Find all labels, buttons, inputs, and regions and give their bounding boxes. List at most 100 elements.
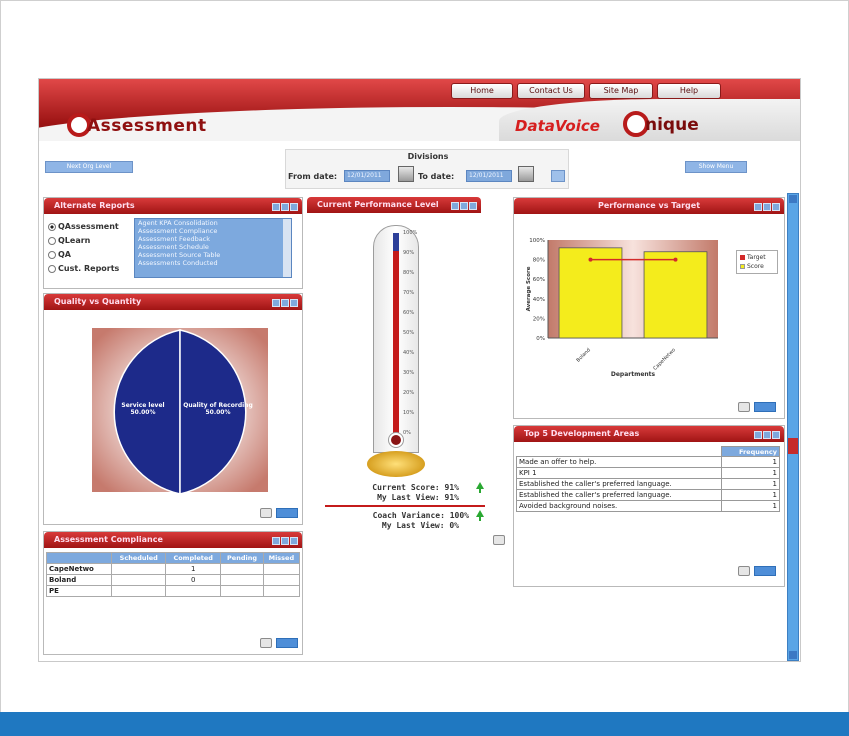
close-icon[interactable]: [772, 203, 780, 211]
radio-qa[interactable]: QA: [48, 250, 71, 259]
to-calendar-icon[interactable]: [518, 166, 534, 182]
table-row: PE: [45, 585, 301, 597]
nav-sitemap-button[interactable]: Site Map: [589, 83, 653, 99]
list-item[interactable]: Assessment Compliance: [135, 227, 291, 235]
list-item[interactable]: Assessment Schedule: [135, 243, 291, 251]
panel-controls: [450, 200, 477, 216]
maximize-icon[interactable]: [460, 202, 468, 210]
alternate-reports-panel: Alternate Reports QAssessment QLearn QA …: [43, 197, 303, 289]
datavoice-logo-text: DataVoice: [515, 117, 600, 135]
legend-item-target: Target: [740, 254, 766, 261]
area-cell: KPI 1: [516, 467, 722, 479]
close-icon[interactable]: [469, 202, 477, 210]
scrollbar-thumb[interactable]: [788, 438, 798, 454]
up-arrow-icon: [476, 510, 484, 517]
scroll-up-icon[interactable]: [789, 195, 797, 203]
thermometer-tick-label: 20%: [403, 390, 415, 396]
minimize-icon[interactable]: [754, 203, 762, 211]
minimize-icon[interactable]: [272, 203, 280, 211]
print-icon[interactable]: [738, 566, 750, 576]
scroll-down-icon[interactable]: [789, 651, 797, 659]
current-score-row: Current Score: 91%: [311, 483, 459, 492]
current-score-value: 91%: [444, 483, 459, 492]
radio-icon[interactable]: [48, 222, 56, 231]
list-item[interactable]: Assessments Conducted: [135, 259, 291, 267]
header-cell: Frequency: [721, 446, 780, 457]
panel-title: Current Performance Level: [307, 197, 481, 213]
chart-legend: Target Score: [736, 250, 778, 274]
radio-cust-reports[interactable]: Cust. Reports: [48, 264, 119, 273]
cell: [262, 563, 301, 575]
export-button[interactable]: [276, 508, 298, 518]
from-date-input[interactable]: 12/01/2011: [344, 170, 390, 182]
export-button[interactable]: [276, 638, 298, 648]
print-icon[interactable]: [260, 638, 272, 648]
maximize-icon[interactable]: [281, 203, 289, 211]
thermometer-tick-label: 70%: [403, 290, 415, 296]
page-scrollbar[interactable]: [787, 193, 799, 661]
radio-qassessment[interactable]: QAssessment: [48, 222, 119, 231]
top5-development-panel: Top 5 Development Areas Frequency Made a…: [513, 425, 785, 587]
list-item[interactable]: Assessment Feedback: [135, 235, 291, 243]
print-icon[interactable]: [260, 508, 272, 518]
radio-label: Cust. Reports: [58, 264, 120, 273]
radio-icon[interactable]: [48, 250, 56, 259]
nav-help-button[interactable]: Help: [657, 83, 721, 99]
maximize-icon[interactable]: [763, 203, 771, 211]
print-icon[interactable]: [738, 402, 750, 412]
export-button[interactable]: [754, 402, 776, 412]
bottom-band: [0, 712, 849, 736]
to-date-input[interactable]: 12/01/2011: [466, 170, 512, 182]
maximize-icon[interactable]: [281, 299, 289, 307]
list-item[interactable]: Agent KPA Consolidation: [135, 219, 291, 227]
radio-icon[interactable]: [48, 236, 56, 245]
slice-name: Service level: [121, 402, 165, 409]
export-button[interactable]: [754, 566, 776, 576]
qnique-logo-text: nique: [645, 115, 699, 135]
row-name: PE: [45, 585, 113, 597]
bar-score: [643, 251, 708, 339]
panel-title: Assessment Compliance: [44, 532, 302, 548]
header-cell: Scheduled: [111, 552, 166, 564]
quality-vs-quantity-panel: Quality vs Quantity Service level 50.00% …: [43, 293, 303, 525]
panel-controls: [271, 535, 298, 551]
from-calendar-icon[interactable]: [398, 166, 414, 182]
apply-dates-icon[interactable]: [551, 170, 565, 182]
maximize-icon[interactable]: [763, 431, 771, 439]
thermometer-tick-label: 10%: [403, 410, 415, 416]
close-icon[interactable]: [290, 203, 298, 211]
minimize-icon[interactable]: [272, 299, 280, 307]
pie-label-quality-recording: Quality of Recording 50.00%: [178, 402, 258, 416]
coach-last-view-value: 0%: [449, 521, 459, 530]
close-icon[interactable]: [290, 537, 298, 545]
to-date-label: To date:: [418, 172, 455, 181]
nav-contact-button[interactable]: Contact Us: [517, 83, 585, 99]
y-axis-label: Average Score: [526, 266, 532, 311]
close-icon[interactable]: [290, 299, 298, 307]
close-icon[interactable]: [772, 431, 780, 439]
minimize-icon[interactable]: [272, 537, 280, 545]
print-icon[interactable]: [493, 535, 505, 545]
panel-controls: [753, 201, 780, 217]
assessment-compliance-panel: Assessment Compliance Scheduled Complete…: [43, 531, 303, 655]
table-row: Established the caller's preferred langu…: [516, 489, 780, 501]
nav-home-button[interactable]: Home: [451, 83, 513, 99]
freq-cell: 1: [721, 467, 780, 479]
coach-variance-label: Coach Variance:: [372, 511, 445, 520]
next-org-level-button[interactable]: Next Org Level: [45, 161, 133, 173]
current-score-label: Current Score:: [372, 483, 440, 492]
minimize-icon[interactable]: [754, 431, 762, 439]
minimize-icon[interactable]: [451, 202, 459, 210]
bar-chart: 100% 80% 60% 40% 20% 0% Average Score Boland Cap…: [526, 238, 718, 378]
list-item[interactable]: Assessment Source Table: [135, 251, 291, 259]
y-tick-label: 20%: [533, 316, 545, 322]
listbox-scrollbar[interactable]: [283, 219, 291, 277]
radio-qlearn[interactable]: QLearn: [48, 236, 90, 245]
area-cell: Made an offer to help.: [516, 456, 722, 468]
radio-icon[interactable]: [48, 264, 56, 273]
maximize-icon[interactable]: [281, 537, 289, 545]
show-menu-button[interactable]: Show Menu: [685, 161, 747, 173]
report-listbox[interactable]: Agent KPA Consolidation Assessment Compl…: [134, 218, 292, 278]
thermometer-tick-label: 90%: [403, 250, 415, 256]
legend-item-score: Score: [740, 263, 764, 270]
